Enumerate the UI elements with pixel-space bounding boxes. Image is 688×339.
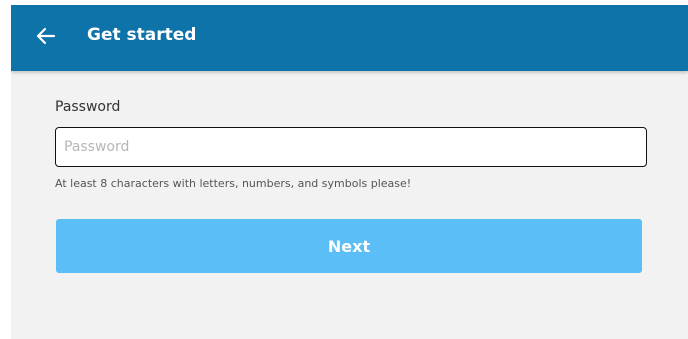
password-input[interactable] <box>55 127 647 167</box>
arrow-left-icon <box>36 27 56 45</box>
page-title: Get started <box>87 25 197 45</box>
password-hint: At least 8 characters with letters, numb… <box>55 177 412 190</box>
app-header: Get started <box>11 5 688 71</box>
next-button[interactable]: Next <box>56 219 642 273</box>
app-screen: Get started Password At least 8 characte… <box>11 5 688 339</box>
back-button[interactable] <box>33 23 59 49</box>
password-label: Password <box>55 99 121 115</box>
